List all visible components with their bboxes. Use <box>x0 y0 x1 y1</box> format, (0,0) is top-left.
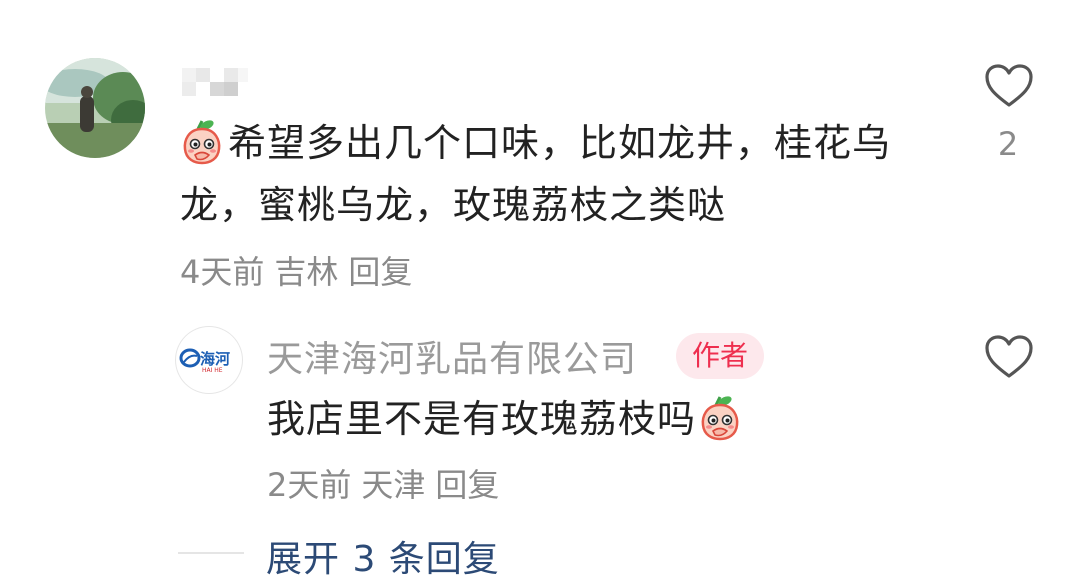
expand-divider <box>178 552 244 554</box>
reply-reply-button[interactable]: 回复 <box>435 466 499 504</box>
author-avatar-logo-subtext: HAI HE <box>202 367 223 374</box>
comment-text-content: 希望多出几个口味，比如龙井，桂花乌龙，蜜桃乌龙，玫瑰荔枝之类哒 <box>180 121 892 227</box>
reply-location: 天津 <box>361 466 426 504</box>
comment-like-icon[interactable] <box>984 63 1034 109</box>
reply-meta: 2天前 天津 回复 <box>267 460 509 506</box>
comment-meta: 4天前 吉林 回复 <box>180 247 422 293</box>
comment-text: 希望多出几个口味，比如龙井，桂花乌龙，蜜桃乌龙，玫瑰荔枝之类哒 <box>180 112 940 236</box>
reply-like-icon[interactable] <box>984 334 1034 380</box>
commenter-avatar[interactable] <box>45 58 145 158</box>
expand-replies-button[interactable]: 展开 3 条回复 <box>266 530 500 582</box>
author-badge: 作者 <box>676 333 764 379</box>
author-avatar[interactable]: 海河 HAI HE <box>176 327 242 393</box>
comment-like-count: 2 <box>997 125 1019 163</box>
comment-location: 吉林 <box>274 253 339 291</box>
commenter-username-blurred[interactable] <box>178 62 250 102</box>
reply-text-content: 我店里不是有玫瑰荔枝吗 <box>267 397 697 441</box>
comment-reply-button[interactable]: 回复 <box>348 253 412 291</box>
author-name[interactable]: 天津海河乳品有限公司 <box>267 330 637 382</box>
reply-text: 我店里不是有玫瑰荔枝吗 <box>267 393 742 445</box>
peach-emoji-icon <box>698 393 742 441</box>
reply-time: 2天前 <box>267 466 352 504</box>
comment-time: 4天前 <box>180 253 265 291</box>
author-avatar-logo-text: 海河 <box>200 350 230 368</box>
peach-emoji-icon <box>180 117 224 165</box>
